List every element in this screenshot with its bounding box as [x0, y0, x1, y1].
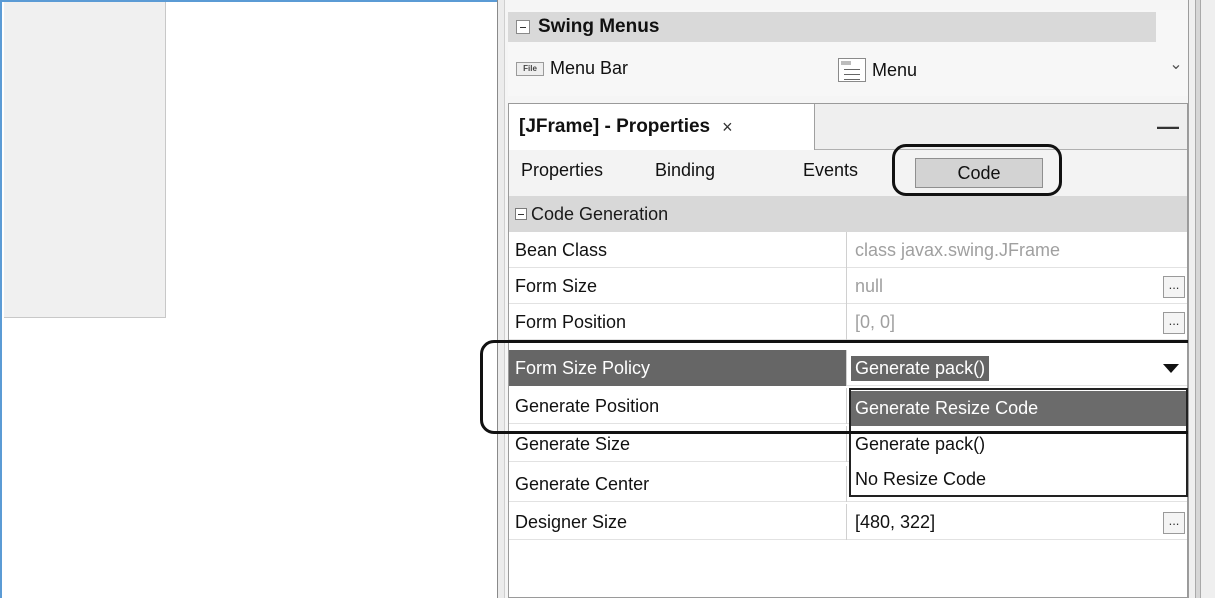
dropdown-option-generate-resize-code[interactable]: Generate Resize Code [851, 391, 1186, 426]
ellipsis-button[interactable]: ... [1163, 276, 1185, 298]
palette-category-title: Swing Menus [538, 16, 660, 37]
scrollbar-thumb[interactable] [1195, 0, 1201, 598]
split-pane-divider[interactable] [497, 0, 505, 598]
menu-bar-icon: File [516, 61, 544, 76]
close-icon[interactable]: × [722, 117, 733, 138]
properties-titlebar: [JFrame] - Properties × — [509, 104, 1187, 150]
palette-item-label: Menu [872, 59, 918, 80]
property-name: Designer Size [509, 504, 847, 540]
tab-events[interactable]: Events [803, 160, 858, 181]
property-name: Generate Size [509, 426, 847, 462]
collapse-toggle-icon[interactable] [515, 208, 527, 220]
ellipsis-button[interactable]: ... [1163, 512, 1185, 534]
property-name: Form Size [509, 268, 847, 304]
tab-properties[interactable]: Properties [521, 160, 603, 181]
property-combo[interactable]: Generate pack() [847, 350, 1187, 386]
palette-item-label: Menu Bar [550, 58, 629, 78]
property-value-cell: [480, 322] ... [847, 504, 1187, 540]
palette-category-swing-menus[interactable]: Swing Menus [508, 12, 1156, 42]
chevron-down-icon[interactable]: ⌄ [1166, 54, 1186, 74]
property-value: Generate pack() [851, 355, 990, 381]
tab-binding[interactable]: Binding [655, 160, 715, 181]
properties-window: [JFrame] - Properties × — Properties Bin… [508, 103, 1188, 598]
frame-border-left [0, 0, 2, 598]
ellipsis-button[interactable]: ... [1163, 312, 1185, 334]
property-value: class javax.swing.JFrame [855, 239, 1061, 260]
tab-title: [JFrame] - Properties [519, 116, 711, 137]
property-value: [0, 0] [855, 311, 896, 332]
right-scrollbar-track[interactable] [1188, 0, 1215, 598]
properties-subtabs: Properties Binding Events Code [509, 150, 1187, 196]
dropdown-option-no-resize-code[interactable]: No Resize Code [851, 462, 1186, 497]
property-name: Generate Position [509, 388, 847, 424]
property-name: Generate Center [509, 466, 847, 502]
property-value: [480, 322] [855, 511, 936, 532]
section-code-generation[interactable]: Code Generation [509, 196, 1187, 232]
dropdown-option-generate-pack[interactable]: Generate pack() [851, 427, 1186, 462]
palette-item-menu-bar[interactable]: File Menu Bar [516, 58, 628, 79]
minimize-icon[interactable]: — [1157, 114, 1179, 140]
palette-item-menu[interactable]: Menu [838, 58, 917, 82]
menu-icon [838, 58, 866, 82]
form-designer-canvas[interactable] [0, 0, 497, 598]
property-value: null [855, 275, 884, 296]
dropdown-arrow-icon[interactable] [1163, 364, 1179, 373]
property-row-designer-size[interactable]: Designer Size [480, 322] ... [509, 504, 1187, 540]
property-name: Form Position [509, 304, 847, 340]
property-name: Bean Class [509, 232, 847, 268]
property-row-form-size[interactable]: Form Size null ... [509, 268, 1187, 304]
property-value-cell: [0, 0] ... [847, 304, 1187, 340]
tab-code[interactable]: Code [915, 158, 1043, 188]
section-title: Code Generation [531, 203, 669, 224]
palette-panel: Swing Menus File Menu Bar Menu ⌄ [508, 10, 1188, 96]
collapse-toggle-icon[interactable] [516, 20, 530, 34]
form-size-policy-dropdown: Generate Resize Code Generate pack() No … [849, 388, 1188, 497]
tab-jframe-properties[interactable]: [JFrame] - Properties × [509, 104, 815, 150]
property-value-cell: null ... [847, 268, 1187, 304]
jframe-content-panel[interactable] [4, 2, 166, 318]
property-row-form-position[interactable]: Form Position [0, 0] ... [509, 304, 1187, 340]
property-name: Form Size Policy [509, 350, 847, 386]
property-row-form-size-policy[interactable]: Form Size Policy Generate pack() [509, 350, 1187, 386]
property-row-bean-class[interactable]: Bean Class class javax.swing.JFrame [509, 232, 1187, 268]
